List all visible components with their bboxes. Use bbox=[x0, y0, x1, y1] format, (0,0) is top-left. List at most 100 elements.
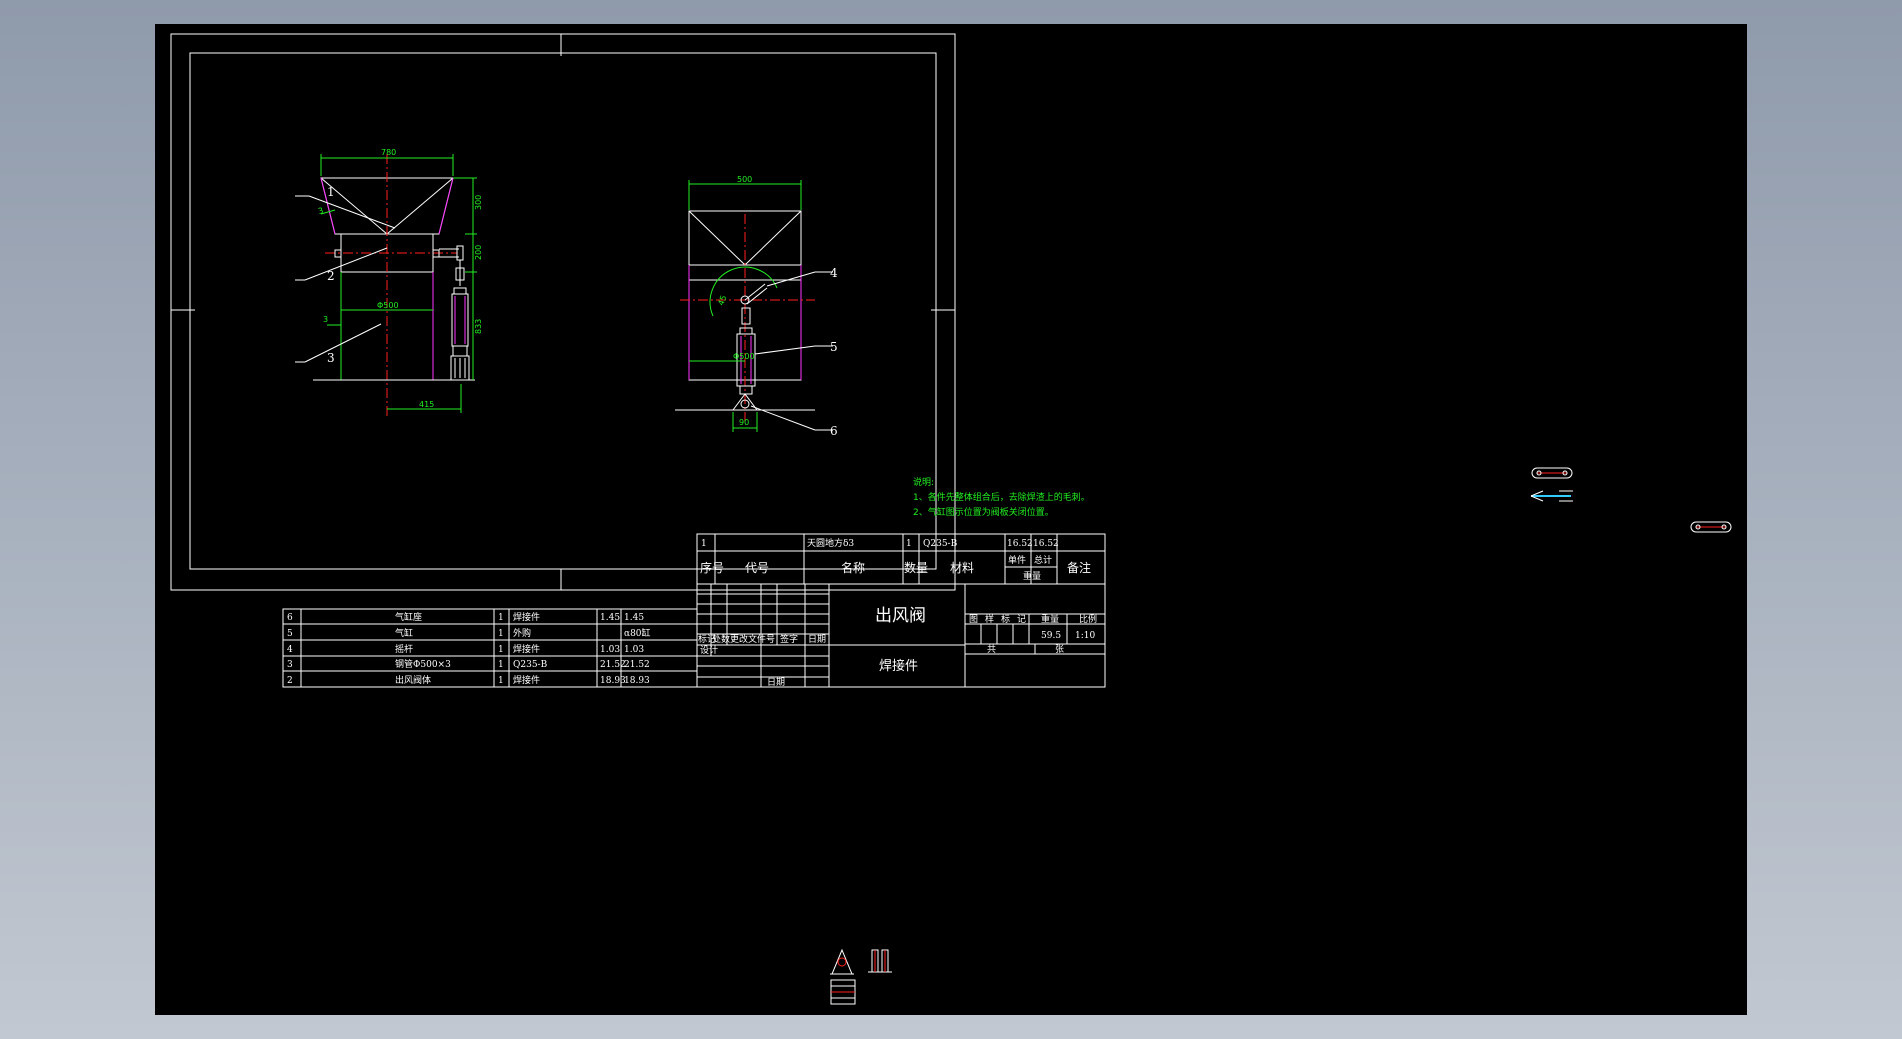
rev-header-file: 更改文件号 bbox=[730, 633, 775, 645]
svg-text:2: 2 bbox=[287, 676, 293, 686]
stray-entity-5[interactable] bbox=[868, 949, 892, 973]
technical-notes: 说明: 1、各件先整体组合后，去除焊渣上的毛刺。 2、气缸图示位置为阀板关闭位置… bbox=[913, 476, 1090, 518]
rev-header-sign: 签字 bbox=[780, 633, 798, 645]
dim-side-dia: Φ500 bbox=[733, 352, 755, 361]
svg-text:焊接件: 焊接件 bbox=[513, 674, 540, 686]
front-callout-leaders bbox=[295, 195, 396, 363]
bom-header-weight: 重量 bbox=[1023, 570, 1041, 582]
stage-label-1: 图 bbox=[969, 614, 978, 625]
svg-text:16.52: 16.52 bbox=[1033, 539, 1059, 549]
svg-text:1: 1 bbox=[498, 660, 504, 670]
callout-3: 3 bbox=[327, 351, 335, 365]
svg-text:1: 1 bbox=[498, 629, 504, 639]
stage-label-2: 样 bbox=[985, 613, 994, 625]
dim-side-angle: 45 bbox=[716, 294, 728, 307]
stage-label-4: 记 bbox=[1017, 614, 1026, 625]
dim-front-dia: Φ500 bbox=[377, 301, 399, 310]
rev-header-date: 日期 bbox=[808, 634, 826, 645]
svg-text:1.03: 1.03 bbox=[624, 645, 644, 655]
bom-header-unit: 单件 bbox=[1008, 554, 1026, 566]
note-line-1: 1、各件先整体组合后，去除焊渣上的毛刺。 bbox=[913, 491, 1090, 503]
svg-text:1: 1 bbox=[498, 645, 504, 655]
weight-value: 59.5 bbox=[1041, 631, 1061, 641]
drawing-canvas[interactable]: 780 300 200 833 Φ500 415 3 3 1 2 3 500 Φ… bbox=[155, 24, 1747, 1015]
scale-header: 比例 bbox=[1079, 613, 1097, 625]
drawing-subtitle: 焊接件 bbox=[879, 658, 918, 674]
svg-text:21.52: 21.52 bbox=[600, 660, 626, 670]
dim-front-h1: 300 bbox=[474, 195, 483, 210]
weight-header: 重量 bbox=[1041, 613, 1059, 625]
bom-header-qty: 数量 bbox=[904, 560, 928, 575]
svg-text:18.93: 18.93 bbox=[600, 676, 626, 686]
svg-text:焊接件: 焊接件 bbox=[513, 611, 540, 623]
dim-front-plate-upper: 3 bbox=[317, 206, 324, 216]
bom-header-total: 总计 bbox=[1034, 554, 1052, 566]
bom-row-3: 3 钢管Φ500×3 1 Q235-B 21.52 21.52 bbox=[287, 658, 650, 670]
svg-text:Q235-B: Q235-B bbox=[513, 660, 548, 670]
stray-entity-3[interactable] bbox=[1690, 521, 1732, 533]
sheet-index-label: 张 bbox=[1055, 644, 1064, 655]
svg-text:Q235-B: Q235-B bbox=[923, 539, 958, 549]
front-view[interactable]: 780 300 200 833 Φ500 415 3 3 1 2 3 bbox=[295, 148, 483, 416]
stage-label-3: 标 bbox=[1001, 613, 1010, 625]
dim-front-offset: 415 bbox=[419, 400, 434, 409]
svg-text:气缸: 气缸 bbox=[395, 627, 413, 639]
note-line-2: 2、气缸图示位置为阀板关闭位置。 bbox=[913, 506, 1054, 518]
callout-6: 6 bbox=[830, 424, 838, 438]
callout-1: 1 bbox=[327, 185, 335, 199]
svg-text:18.93: 18.93 bbox=[624, 676, 650, 686]
bom-header-code: 代号 bbox=[745, 561, 769, 575]
svg-text:6: 6 bbox=[287, 613, 293, 623]
svg-text:1.45: 1.45 bbox=[624, 613, 644, 623]
svg-text:1: 1 bbox=[498, 613, 504, 623]
design-label: 设计 bbox=[700, 644, 718, 656]
bom-row-2: 2 出风阀体 1 焊接件 18.93 18.93 bbox=[287, 674, 650, 686]
svg-text:3: 3 bbox=[287, 660, 293, 670]
svg-text:焊接件: 焊接件 bbox=[513, 643, 540, 655]
drawing-title: 出风阀 bbox=[875, 606, 926, 626]
scale-value: 1:10 bbox=[1075, 631, 1095, 641]
notes-heading: 说明: bbox=[913, 476, 934, 488]
svg-text:16.52: 16.52 bbox=[1007, 539, 1033, 549]
svg-text:1: 1 bbox=[701, 539, 707, 549]
dim-side-width: 500 bbox=[737, 175, 752, 184]
bom-row-5: 5 气缸 1 外购 α80缸 bbox=[287, 627, 651, 639]
side-callout-leaders bbox=[750, 271, 833, 431]
callout-5: 5 bbox=[830, 340, 838, 354]
svg-text:摇杆: 摇杆 bbox=[395, 643, 413, 655]
stray-entity-2[interactable] bbox=[1530, 490, 1573, 502]
front-cylinder bbox=[451, 293, 469, 347]
callout-2: 2 bbox=[327, 269, 335, 283]
svg-text:出风阀体: 出风阀体 bbox=[395, 674, 431, 686]
svg-text:21.52: 21.52 bbox=[624, 660, 650, 670]
sheet-outer-frame bbox=[170, 33, 956, 591]
dim-front-h3: 833 bbox=[474, 319, 483, 334]
sheet-inner-frame bbox=[189, 52, 937, 570]
svg-text:钢管Φ500×3: 钢管Φ500×3 bbox=[395, 658, 451, 670]
callout-4: 4 bbox=[830, 266, 838, 280]
svg-text:1.03: 1.03 bbox=[600, 645, 620, 655]
stray-entity-1[interactable] bbox=[1531, 467, 1573, 479]
bom-row-6: 6 气缸座 1 焊接件 1.45 1.45 bbox=[287, 611, 644, 623]
bom-header-material: 材料 bbox=[950, 561, 974, 575]
sheet-total-label: 共 bbox=[987, 644, 996, 655]
bom-header-name: 名称 bbox=[841, 560, 865, 575]
svg-text:1: 1 bbox=[906, 539, 912, 549]
bom-row-4: 4 摇杆 1 焊接件 1.03 1.03 bbox=[287, 643, 644, 655]
side-view[interactable]: 500 Φ500 45 90 4 5 6 bbox=[675, 175, 838, 438]
svg-text:α80缸: α80缸 bbox=[624, 627, 651, 639]
dim-side-base: 90 bbox=[739, 418, 749, 427]
cad-viewport[interactable]: 780 300 200 833 Φ500 415 3 3 1 2 3 500 Φ… bbox=[155, 24, 1747, 1015]
svg-text:4: 4 bbox=[287, 645, 293, 655]
stray-entity-4[interactable] bbox=[830, 948, 854, 975]
svg-text:1: 1 bbox=[498, 676, 504, 686]
rev-header-count: 处数 bbox=[712, 633, 730, 645]
bom-header-remark: 备注 bbox=[1067, 560, 1091, 575]
svg-text:外购: 外购 bbox=[513, 627, 531, 639]
stray-entity-6[interactable] bbox=[830, 979, 856, 1005]
svg-text:1.45: 1.45 bbox=[600, 613, 620, 623]
svg-text:气缸座: 气缸座 bbox=[395, 611, 422, 623]
dim-front-width: 780 bbox=[381, 148, 396, 157]
svg-text:5: 5 bbox=[287, 629, 293, 639]
front-dimension-lines bbox=[320, 154, 477, 413]
